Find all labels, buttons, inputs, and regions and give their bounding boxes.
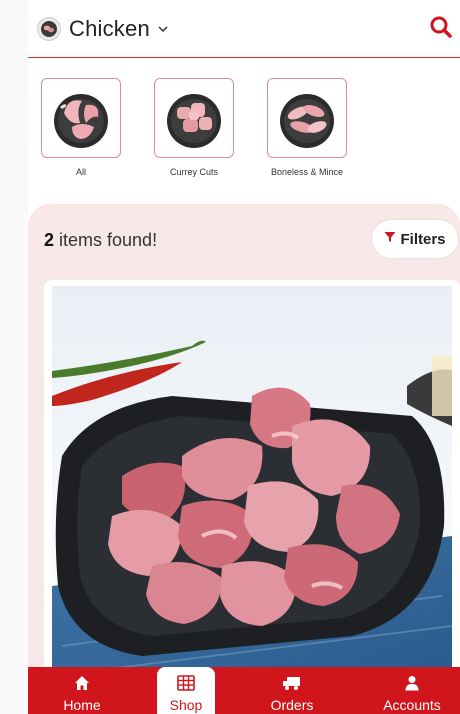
user-icon (405, 675, 419, 696)
product-card[interactable] (44, 280, 460, 700)
home-icon (74, 675, 90, 696)
app-frame: Chicken All Currey Cuts Boneless & Mince… (28, 0, 460, 714)
category-image (267, 78, 347, 158)
category-item-currey-cuts[interactable]: Currey Cuts (151, 78, 237, 177)
category-title: Chicken (69, 16, 150, 41)
filters-button[interactable]: Filters (372, 220, 458, 258)
bottom-navigation: Home Shop Orders Accounts (28, 667, 460, 714)
nav-item-home[interactable]: Home (28, 667, 136, 714)
chevron-down-icon (157, 23, 169, 35)
nav-item-orders[interactable]: Orders (240, 667, 344, 714)
category-list: All Currey Cuts Boneless & Mince (28, 66, 460, 194)
search-icon[interactable] (428, 14, 454, 40)
nav-label: Shop (169, 697, 203, 713)
items-found-suffix: items found! (54, 230, 158, 250)
category-image (41, 78, 121, 158)
filter-icon (384, 230, 396, 248)
category-label: Boneless & Mince (270, 167, 344, 177)
products-section: 2 items found! Filters (28, 204, 460, 714)
category-item-all[interactable]: All (38, 78, 124, 177)
nav-item-shop[interactable]: Shop (157, 667, 215, 714)
nav-label: Accounts (383, 697, 441, 713)
nav-label: Home (63, 697, 101, 713)
filters-label: Filters (400, 230, 446, 248)
left-edge-strip (0, 0, 29, 714)
shop-grid-icon (177, 675, 195, 696)
category-selector[interactable]: Chicken (37, 14, 169, 44)
chicken-thumb-icon (37, 17, 61, 41)
nav-item-accounts[interactable]: Accounts (364, 667, 460, 714)
category-item-boneless-mince[interactable]: Boneless & Mince (264, 78, 350, 177)
category-image (154, 78, 234, 158)
category-label: Currey Cuts (169, 167, 218, 177)
category-label: All (75, 167, 86, 177)
items-count: 2 (44, 230, 55, 250)
nav-label: Orders (270, 697, 314, 713)
top-header: Chicken (28, 0, 460, 58)
product-image (52, 286, 452, 686)
items-found-text: 2 items found! (44, 230, 157, 251)
truck-icon (282, 675, 302, 696)
